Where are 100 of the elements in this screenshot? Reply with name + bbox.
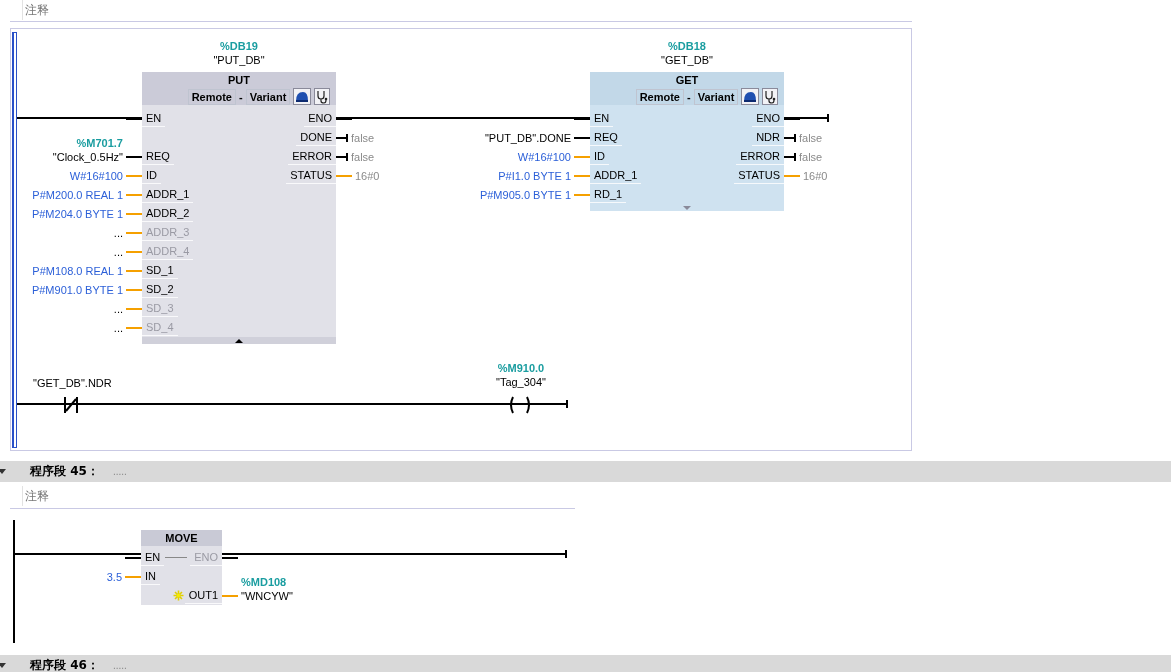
pin-label: EN [142, 110, 166, 127]
wire [574, 117, 590, 120]
expand-icon[interactable] [0, 469, 6, 474]
wire [336, 174, 352, 177]
wire [574, 136, 590, 139]
pin-label: SD_1 [142, 262, 178, 279]
block-title: PUT [228, 73, 250, 88]
operand[interactable]: P#M905.0 BYTE 1 [479, 188, 571, 201]
pin-label: IN [141, 568, 160, 585]
param-dropdown[interactable]: Remote [187, 88, 236, 105]
coil-address: %M910.0 [497, 361, 545, 375]
operand[interactable]: "Clock_0.5Hz" [52, 150, 123, 163]
wire [784, 133, 796, 142]
network-title: 程序段 46： [30, 657, 99, 672]
network-title: 程序段 45： [30, 463, 99, 480]
wire [126, 117, 142, 120]
operand[interactable]: P#M901.0 BYTE 1 [31, 283, 123, 296]
operand[interactable]: P#M108.0 REAL 1 [32, 264, 123, 277]
operand[interactable]: false [351, 150, 375, 163]
operand[interactable]: P#M204.0 BYTE 1 [31, 207, 123, 220]
pin-label: STATUS [734, 167, 784, 184]
pin-label: OUT1 [184, 587, 222, 604]
star-icon[interactable] [173, 590, 184, 601]
wire [336, 117, 352, 120]
pin-label: ADDR_1 [142, 186, 194, 203]
param-dropdown[interactable]: Variant [245, 88, 291, 105]
wire [126, 307, 142, 310]
pin-label: ENO [190, 549, 222, 566]
operand[interactable]: W#16#100 [517, 150, 571, 163]
pin-label: REQ [590, 129, 622, 146]
operand[interactable]: ... [113, 226, 123, 239]
pin-label: ENO [752, 110, 784, 127]
configuration-icon[interactable] [741, 88, 760, 105]
operand[interactable]: "PUT_DB".DONE [484, 131, 571, 144]
operand[interactable]: P#M200.0 REAL 1 [32, 188, 123, 201]
operand[interactable]: P#I1.0 BYTE 1 [498, 169, 571, 182]
operand[interactable]: ... [113, 302, 123, 315]
pin-label: ADDR_1 [590, 167, 642, 184]
operand[interactable]: 3.5 [106, 570, 122, 583]
configuration-icon[interactable] [293, 88, 312, 105]
wire [126, 155, 142, 158]
operand[interactable]: ... [113, 321, 123, 334]
pin-label: SD_4 [142, 319, 178, 336]
param-dropdown[interactable]: Remote [635, 88, 684, 105]
operand[interactable]: false [799, 150, 823, 163]
wire [222, 594, 238, 597]
instruction-block[interactable]: GET Remote - Variant EN ENO REQ NDR ID ERROR ADDR_1 STATUS RD_1 [590, 72, 784, 211]
collapse-icon[interactable] [235, 338, 243, 343]
param-separator: - [239, 90, 243, 103]
block-title: MOVE [165, 531, 198, 546]
wire [126, 193, 142, 196]
operand[interactable]: "WNCYW" [241, 589, 293, 602]
pin-label: EN [590, 110, 614, 127]
pin-label: ADDR_2 [142, 205, 194, 222]
contact-operand[interactable]: "GET_DB".NDR [33, 376, 112, 390]
diagnostics-icon[interactable] [314, 88, 331, 105]
instruction-block[interactable]: PUT Remote - Variant EN ENO DONE REQ ERROR ID STATUS ADDR_1 ADDR_2 ADDR_3 ADDR_4 SD_1 SD_2 SD_3 SD_4 [142, 72, 336, 344]
network-header[interactable]: 程序段 46： ..... [0, 655, 1171, 672]
expand-icon[interactable] [0, 663, 6, 668]
operand[interactable]: false [799, 131, 823, 144]
pin-label: ADDR_4 [142, 243, 194, 260]
wire [125, 556, 141, 559]
operand[interactable]: false [351, 131, 375, 144]
pin-label: SD_2 [142, 281, 178, 298]
operand[interactable]: 16#0 [355, 169, 380, 182]
network-header[interactable]: 程序段 45： ..... [0, 461, 1171, 482]
operand[interactable]: 16#0 [803, 169, 828, 182]
wire [574, 193, 590, 196]
pin-label: ENO [304, 110, 336, 127]
wire [126, 231, 142, 234]
param-dropdown[interactable]: Variant [693, 88, 739, 105]
pin-label: STATUS [286, 167, 336, 184]
wire [126, 212, 142, 215]
pin-label: SD_3 [142, 300, 178, 317]
instance-name: "GET_DB" [661, 53, 713, 67]
instruction-block[interactable]: MOVE EN ENO IN OUT1 [141, 530, 222, 605]
block-title: GET [675, 73, 699, 88]
instance-address: %DB19 [220, 39, 258, 53]
param-separator: - [687, 90, 691, 103]
wire [784, 174, 800, 177]
operand-address: %MD108 [241, 574, 287, 589]
instance-address: %DB18 [668, 39, 706, 53]
wire [125, 575, 141, 578]
operand[interactable]: W#16#100 [69, 169, 123, 182]
wire [574, 155, 590, 158]
wire [126, 326, 142, 329]
operand-address: %M701.7 [76, 135, 123, 150]
wire [784, 117, 800, 120]
wire [126, 269, 142, 272]
diagnostics-icon[interactable] [762, 88, 779, 105]
pin-label: EN [141, 549, 165, 566]
pin-label: REQ [142, 148, 174, 165]
wire [336, 152, 348, 161]
operand[interactable]: ... [113, 245, 123, 258]
instance-name: "PUT_DB" [213, 53, 265, 67]
wire [784, 152, 796, 161]
wire [336, 133, 348, 142]
coil-operand[interactable]: "Tag_304" [496, 375, 546, 389]
wire [574, 174, 590, 177]
pin-label: ID [590, 148, 609, 165]
